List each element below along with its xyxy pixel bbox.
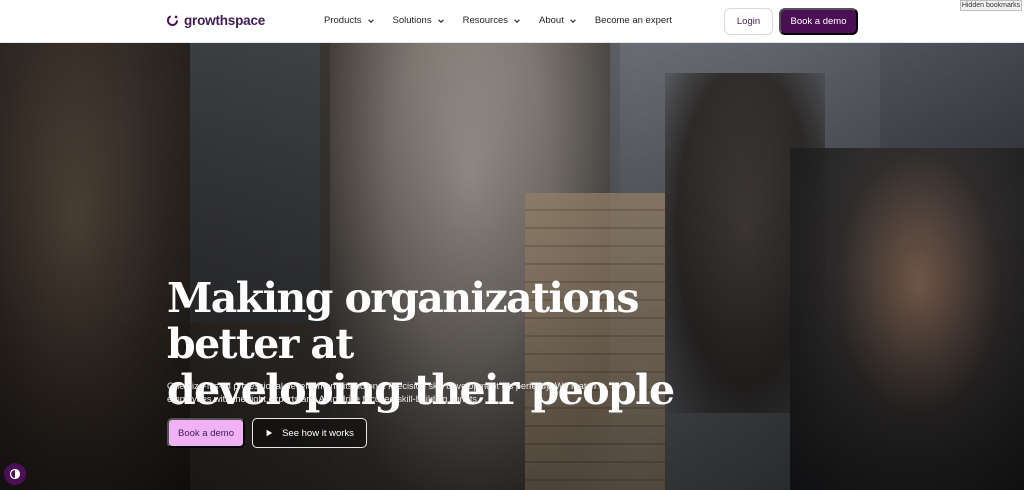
nav-products[interactable]: Products xyxy=(324,15,375,26)
growthspace-logo-icon xyxy=(166,14,179,27)
see-how-it-works-label: See how it works xyxy=(282,427,354,439)
hero-headline-line1: Making organizations better at xyxy=(167,274,639,368)
nav-solutions[interactable]: Solutions xyxy=(393,15,445,26)
nav-resources[interactable]: Resources xyxy=(463,15,521,26)
accessibility-button[interactable] xyxy=(4,463,26,485)
login-button[interactable]: Login xyxy=(724,8,773,35)
book-demo-hero-button[interactable]: Book a demo xyxy=(167,418,245,448)
accessibility-icon xyxy=(9,468,21,480)
nav-resources-label: Resources xyxy=(462,15,509,26)
nav-about-label: About xyxy=(539,15,564,26)
nav-products-label: Products xyxy=(324,15,362,26)
chevron-down-icon xyxy=(570,18,576,23)
chevron-down-icon xyxy=(437,18,444,23)
chevron-down-icon xyxy=(514,18,520,23)
book-demo-header-button[interactable]: Book a demo xyxy=(779,8,858,35)
hero-subtext: One-size-fits-all professional developme… xyxy=(167,381,597,404)
nav-become-expert-label: Become an expert xyxy=(594,15,672,26)
hero-overlay xyxy=(0,43,1024,490)
logo[interactable]: growthspace xyxy=(166,13,265,28)
chevron-down-icon xyxy=(367,18,374,23)
main-nav: Products Solutions Resources About Becom… xyxy=(324,15,672,26)
see-how-it-works-button[interactable]: See how it works xyxy=(252,418,367,448)
nav-solutions-label: Solutions xyxy=(392,15,432,26)
nav-about[interactable]: About xyxy=(539,15,577,26)
hero-section: Making organizations better at developin… xyxy=(0,43,1024,490)
site-header: growthspace Products Solutions Resources… xyxy=(0,0,1024,43)
nav-become-expert[interactable]: Become an expert xyxy=(595,15,672,26)
play-icon xyxy=(266,429,273,437)
logo-text: growthspace xyxy=(184,13,266,28)
hidden-bookmarks-tab[interactable]: Hidden bookmarks xyxy=(960,0,1022,11)
